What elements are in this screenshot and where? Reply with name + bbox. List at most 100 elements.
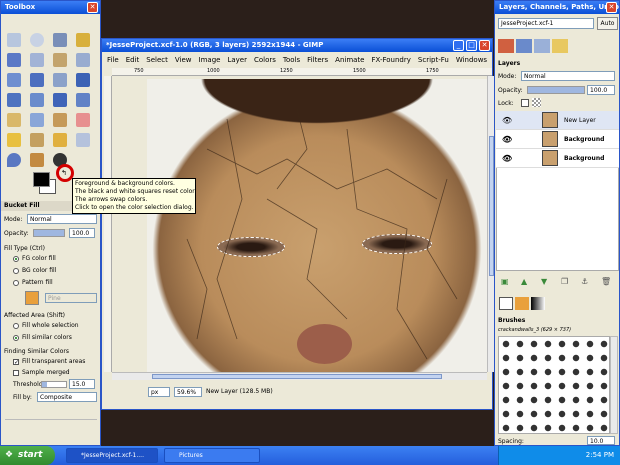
menu-item-view[interactable]: View: [175, 56, 192, 64]
blur-tool-icon[interactable]: [7, 153, 21, 167]
unit-select[interactable]: px: [148, 387, 170, 397]
gradient-tab-icon[interactable]: [531, 297, 545, 310]
crop-tool-icon[interactable]: [30, 93, 44, 107]
fuzzy-select-tool-icon[interactable]: [76, 33, 90, 47]
foreground-select-tool-icon[interactable]: [53, 53, 67, 67]
eraser-tool-icon[interactable]: [76, 113, 90, 127]
menu-item-image[interactable]: Image: [199, 56, 221, 64]
blend-tool-icon[interactable]: [30, 113, 44, 127]
swap-colors-icon[interactable]: ↰: [61, 169, 67, 177]
menu-item-select[interactable]: Select: [146, 56, 168, 64]
layers-close-button[interactable]: ✕: [606, 2, 617, 13]
radio-fill-whole-selection[interactable]: Fill whole selection: [13, 322, 79, 329]
select-by-color-tool-icon[interactable]: [7, 53, 21, 67]
sample-merged-checkbox[interactable]: Sample merged: [13, 369, 70, 376]
image-close-button[interactable]: ✕: [479, 40, 490, 51]
layer-row-new-layer[interactable]: 👁 New Layer: [496, 111, 619, 130]
ink-tool-icon[interactable]: [30, 133, 44, 147]
radio-fg-fill[interactable]: FG color fill: [13, 255, 56, 262]
zoom-tool-icon[interactable]: [30, 73, 44, 87]
menu-item-fx-foundry[interactable]: FX-Foundry: [372, 56, 411, 64]
pencil-tool-icon[interactable]: [53, 113, 67, 127]
fill-transparent-label: Fill transparent areas: [22, 358, 86, 365]
dodge-burn-tool-icon[interactable]: [30, 153, 44, 167]
rotate-tool-icon[interactable]: [53, 93, 67, 107]
task-pictures[interactable]: Pictures: [164, 448, 260, 463]
auto-button[interactable]: Auto: [597, 17, 618, 30]
task-gimp-image[interactable]: *JesseProject.xcf-1....: [66, 448, 158, 463]
threshold-slider[interactable]: [41, 381, 67, 388]
foreground-color-swatch[interactable]: [33, 172, 50, 187]
layers-tab-icon[interactable]: [498, 39, 514, 53]
new-layer-icon[interactable]: ▣: [501, 277, 509, 286]
threshold-value: 15.0: [72, 381, 86, 388]
clone-tool-icon[interactable]: [53, 133, 67, 147]
measure-tool-icon[interactable]: [53, 73, 67, 87]
layer-row-background-copy[interactable]: 👁Background copy: [496, 130, 619, 162]
fill-by-select[interactable]: Composite: [37, 392, 97, 402]
smudge-tool-icon[interactable]: [76, 133, 90, 147]
align-tool-icon[interactable]: [7, 93, 21, 107]
scale-tool-icon[interactable]: [76, 93, 90, 107]
lock-alpha-checkbox[interactable]: [521, 99, 529, 107]
delete-layer-icon[interactable]: 🗑: [601, 277, 611, 286]
channels-tab-icon[interactable]: [516, 39, 532, 53]
layer-row-background[interactable]: 👁 Background: [496, 149, 619, 168]
mode-select[interactable]: Normal: [27, 214, 97, 224]
layer-mode-select[interactable]: Normal: [521, 71, 615, 81]
rect-select-tool-icon[interactable]: [7, 33, 21, 47]
layer-opacity-slider[interactable]: [527, 86, 585, 94]
pattern-swatch[interactable]: [25, 291, 39, 305]
anchor-layer-icon[interactable]: ⚓: [581, 277, 588, 286]
opacity-slider[interactable]: [33, 229, 65, 237]
image-canvas[interactable]: [147, 79, 487, 372]
image-select[interactable]: JesseProject.xcf-1: [498, 18, 594, 29]
menu-item-script-fu[interactable]: Script-Fu: [418, 56, 449, 64]
paths-tab-icon[interactable]: [534, 39, 550, 53]
toolbox-close-button[interactable]: ✕: [87, 2, 98, 13]
visibility-eye-icon[interactable]: 👁: [502, 130, 512, 149]
maximize-button[interactable]: □: [466, 40, 477, 51]
visibility-eye-icon[interactable]: 👁: [502, 149, 512, 168]
menu-item-tools[interactable]: Tools: [283, 56, 300, 64]
airbrush-tool-icon[interactable]: [7, 133, 21, 147]
start-button[interactable]: ❖ start: [0, 446, 55, 465]
free-select-tool-icon[interactable]: [53, 33, 67, 47]
undo-tab-icon[interactable]: [552, 39, 568, 53]
lower-layer-icon[interactable]: ▼: [541, 277, 547, 286]
visibility-eye-icon[interactable]: 👁: [502, 111, 512, 130]
spacing-value: 10.0: [590, 438, 604, 445]
zoom-select[interactable]: 59.6%: [174, 387, 202, 397]
raise-layer-icon[interactable]: ▲: [521, 277, 527, 286]
menu-item-windows[interactable]: Windows: [456, 56, 487, 64]
layer-opacity-field[interactable]: 100.0: [587, 85, 615, 95]
move-tool-icon[interactable]: [76, 73, 90, 87]
horizontal-scrollbar[interactable]: [112, 372, 487, 380]
menu-item-edit[interactable]: Edit: [126, 56, 140, 64]
menu-item-layer[interactable]: Layer: [227, 56, 247, 64]
paths-tool-icon[interactable]: [76, 53, 90, 67]
spacing-field[interactable]: 10.0: [587, 436, 615, 445]
pattern-tab-icon[interactable]: [515, 297, 529, 310]
fill-transparent-checkbox[interactable]: ✓ Fill transparent areas: [13, 358, 85, 365]
color-area-tooltip: Foreground & background colors. The blac…: [72, 178, 196, 214]
ellipse-select-tool-icon[interactable]: [30, 33, 44, 47]
scissors-tool-icon[interactable]: [30, 53, 44, 67]
brush-tab-icon[interactable]: [499, 297, 513, 310]
menu-item-animate[interactable]: Animate: [335, 56, 364, 64]
menu-item-file[interactable]: File: [107, 56, 119, 64]
minimize-button[interactable]: _: [453, 40, 464, 51]
duplicate-layer-icon[interactable]: ❐: [561, 277, 568, 286]
radio-bg-fill[interactable]: BG color fill: [13, 267, 56, 274]
menu-item-colors[interactable]: Colors: [254, 56, 276, 64]
opacity-field[interactable]: 100.0: [69, 228, 95, 238]
brush-grid[interactable]: [498, 336, 610, 434]
radio-pattern-fill[interactable]: Pattern fill: [13, 279, 53, 286]
menu-item-filters[interactable]: Filters: [307, 56, 328, 64]
radio-fill-similar-colors[interactable]: Fill similar colors: [13, 334, 72, 341]
brushes-scrollbar[interactable]: [610, 336, 618, 434]
threshold-field[interactable]: 15.0: [69, 379, 95, 389]
color-picker-tool-icon[interactable]: [7, 73, 21, 87]
vertical-scrollbar[interactable]: [487, 76, 494, 372]
bucket-fill-tool-icon[interactable]: [7, 113, 21, 127]
